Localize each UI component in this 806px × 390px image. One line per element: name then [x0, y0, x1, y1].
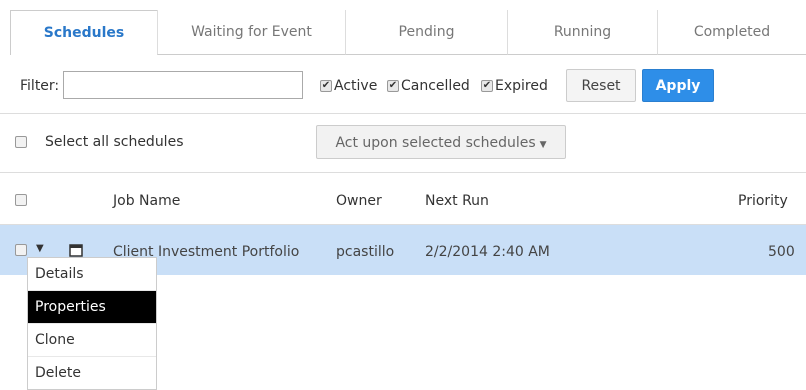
reset-button[interactable]: Reset	[566, 69, 636, 102]
row-priority: 500	[768, 244, 795, 260]
active-label: Active	[334, 78, 378, 94]
tab-completed[interactable]: Completed	[657, 10, 806, 55]
tab-bar: Schedules Waiting for Event Pending Runn…	[0, 0, 806, 58]
header-checkbox[interactable]	[15, 194, 27, 206]
filter-input[interactable]	[63, 71, 303, 99]
tab-running[interactable]: Running	[507, 10, 657, 55]
act-upon-selected-label: Act upon selected schedules	[335, 135, 536, 151]
menu-item-details[interactable]: Details	[28, 258, 156, 291]
divider	[0, 172, 806, 173]
active-checkbox-group[interactable]: ✔ Active	[320, 78, 377, 94]
expired-checkbox-group[interactable]: ✔ Expired	[481, 78, 548, 94]
menu-item-clone[interactable]: Clone	[28, 324, 156, 357]
row-checkbox[interactable]	[15, 244, 27, 256]
row-context-menu: Details Properties Clone Delete	[27, 257, 157, 390]
header-next-run[interactable]: Next Run	[425, 193, 489, 209]
tab-schedules[interactable]: Schedules	[10, 10, 158, 55]
active-checkbox[interactable]: ✔	[320, 80, 332, 92]
divider	[0, 113, 806, 114]
calendar-icon	[69, 244, 83, 257]
cancelled-label: Cancelled	[401, 78, 470, 94]
caret-down-icon: ▼	[539, 140, 547, 150]
expired-checkbox[interactable]: ✔	[481, 80, 493, 92]
select-all-label: Select all schedules	[45, 134, 184, 150]
tab-pending[interactable]: Pending	[345, 10, 507, 55]
cancelled-checkbox[interactable]: ✔	[387, 80, 399, 92]
expired-label: Expired	[495, 78, 548, 94]
menu-item-delete[interactable]: Delete	[28, 357, 156, 389]
header-priority[interactable]: Priority	[738, 193, 788, 209]
row-owner: pcastillo	[336, 244, 395, 260]
select-all-checkbox[interactable]	[15, 136, 27, 148]
filter-label: Filter:	[20, 78, 60, 94]
header-job-name[interactable]: Job Name	[113, 193, 180, 209]
select-all-row: Select all schedules	[15, 134, 183, 150]
apply-button[interactable]: Apply	[642, 69, 714, 102]
cancelled-checkbox-group[interactable]: ✔ Cancelled	[387, 78, 470, 94]
menu-item-properties[interactable]: Properties	[28, 291, 156, 324]
act-upon-selected-button[interactable]: Act upon selected schedules ▼	[316, 125, 566, 159]
row-next-run: 2/2/2014 2:40 AM	[425, 244, 550, 260]
header-owner[interactable]: Owner	[336, 193, 382, 209]
row-menu-caret-icon[interactable]: ▼	[36, 243, 44, 254]
tab-waiting-for-event[interactable]: Waiting for Event	[157, 10, 345, 55]
